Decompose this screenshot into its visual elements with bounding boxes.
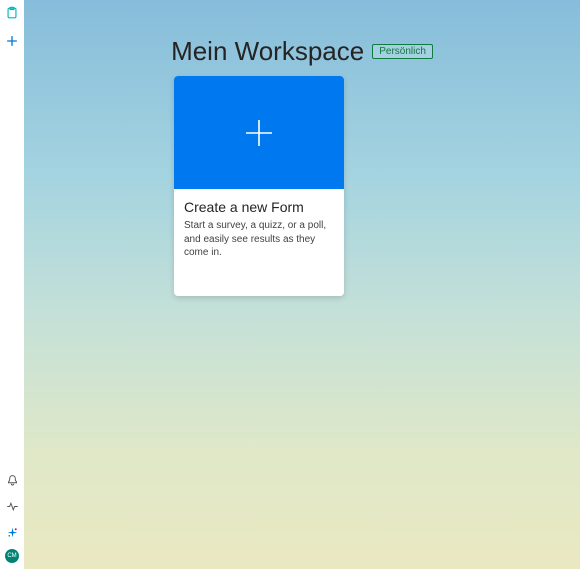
card-title: Create a new Form xyxy=(184,199,334,215)
plus-icon[interactable] xyxy=(3,32,21,50)
sidebar-top xyxy=(3,4,21,50)
header: Mein Workspace Persönlich xyxy=(24,36,580,67)
card-description: Start a survey, a quizz, or a poll, and … xyxy=(184,219,334,260)
sidebar: CM xyxy=(0,0,24,569)
card-top xyxy=(174,76,344,189)
clipboard-icon[interactable] xyxy=(3,4,21,22)
card-body: Create a new Form Start a survey, a quiz… xyxy=(174,189,344,270)
sidebar-bottom: CM xyxy=(3,471,21,563)
status-badge: Persönlich xyxy=(372,44,433,59)
plus-large-icon xyxy=(242,116,276,150)
main: Mein Workspace Persönlich Create a new F… xyxy=(24,0,580,569)
activity-icon[interactable] xyxy=(3,497,21,515)
avatar[interactable]: CM xyxy=(5,549,19,563)
bell-icon[interactable] xyxy=(3,471,21,489)
page-title: Mein Workspace xyxy=(171,36,364,67)
sparkle-icon[interactable] xyxy=(3,523,21,541)
create-form-card[interactable]: Create a new Form Start a survey, a quiz… xyxy=(174,76,344,296)
avatar-initials: CM xyxy=(7,553,16,559)
